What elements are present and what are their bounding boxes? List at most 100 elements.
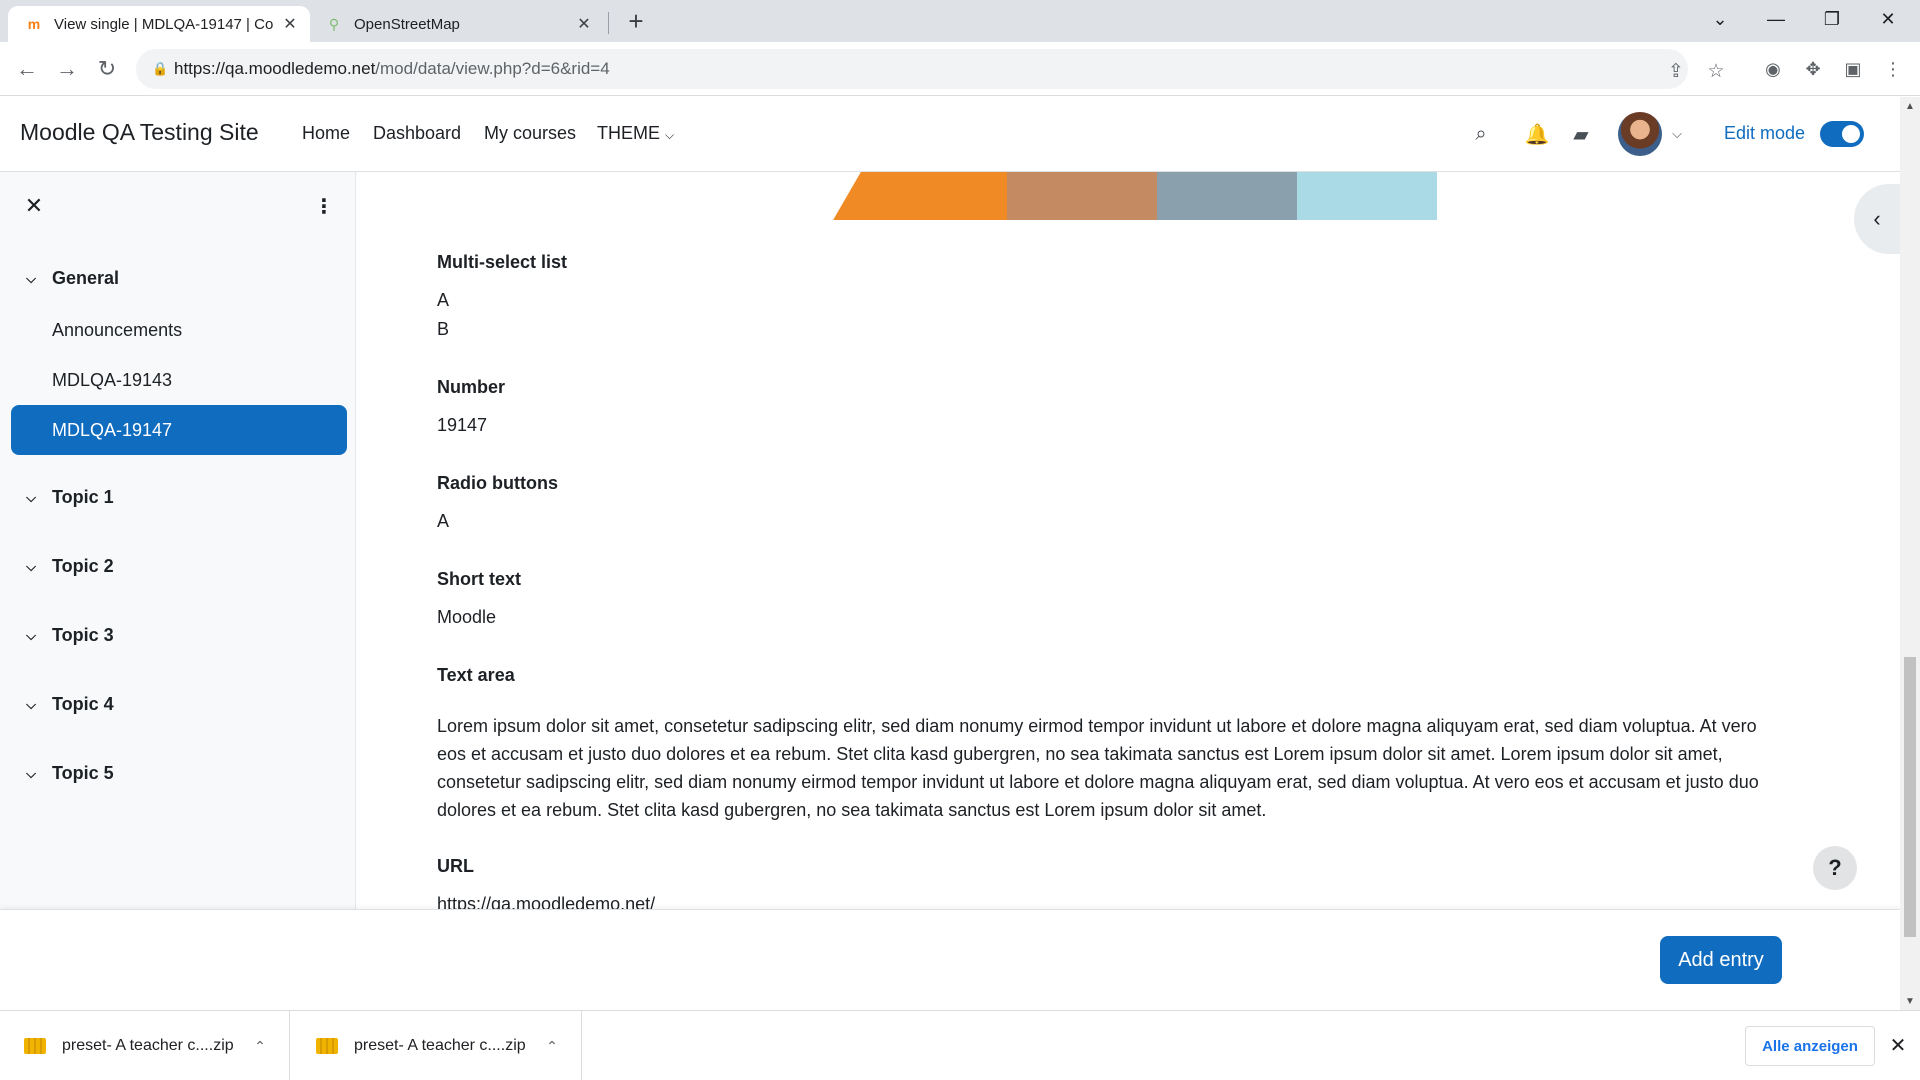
- entry-content: Multi-select list A B Number 19147 Radio…: [357, 172, 1900, 909]
- url-host: https://qa.moodledemo.net: [174, 59, 376, 78]
- url-path: /mod/data/view.php?d=6&rid=4: [375, 59, 610, 78]
- close-downloads-icon[interactable]: ✕: [1886, 1033, 1910, 1057]
- moodle-icon: m: [27, 16, 41, 32]
- downloads-bar: preset- A teacher c....zip ⌃ preset- A t…: [0, 1010, 1920, 1080]
- field-value: A: [437, 511, 450, 531]
- nav-home[interactable]: Home: [302, 123, 350, 144]
- sticky-footer: Add entry: [0, 909, 1900, 1010]
- chevron-down-icon[interactable]: ⌵: [20, 559, 42, 575]
- browser-toolbar: ← → ↻ 🔒 https://qa.moodledemo.net/mod/da…: [0, 42, 1920, 96]
- field-label-number: Number: [437, 377, 506, 397]
- new-tab-button[interactable]: +: [622, 8, 650, 36]
- scroll-thumb[interactable]: [1904, 657, 1916, 937]
- close-drawer-icon[interactable]: ✕: [22, 193, 46, 218]
- chevron-up-icon[interactable]: ⌃: [249, 1038, 271, 1055]
- chevron-down-icon[interactable]: ⌵: [20, 766, 42, 782]
- messages-icon[interactable]: ▰: [1566, 119, 1596, 149]
- chevron-down-icon[interactable]: ⌵: [20, 490, 42, 506]
- tab-separator: [608, 12, 609, 34]
- field-value: 19147: [437, 415, 488, 435]
- nav-my-courses[interactable]: My courses: [484, 123, 576, 144]
- add-entry-button[interactable]: Add entry: [1660, 936, 1782, 984]
- section-topic-1[interactable]: ⌵ Topic 1: [20, 487, 114, 508]
- edit-mode-toggle[interactable]: [1820, 121, 1864, 147]
- address-url: https://qa.moodledemo.net/mod/data/view.…: [174, 59, 610, 79]
- moodle-navbar: Moodle QA Testing Site Home Dashboard My…: [0, 97, 1900, 172]
- section-title: Topic 3: [52, 625, 114, 645]
- section-topic-5[interactable]: ⌵ Topic 5: [20, 763, 114, 784]
- tab-title: View single | MDLQA-19147 | Co: [54, 15, 274, 33]
- forward-icon[interactable]: →: [52, 54, 82, 84]
- course-item-mdlqa-19147[interactable]: MDLQA-19147: [11, 405, 347, 455]
- restore-button[interactable]: ❐: [1804, 0, 1860, 38]
- section-topic-3[interactable]: ⌵ Topic 3: [20, 625, 114, 646]
- field-label-url: URL: [437, 856, 474, 876]
- tab-title: OpenStreetMap: [354, 15, 460, 33]
- browser-menu-icon[interactable]: ⋮: [1878, 54, 1908, 84]
- extensions-puzzle-icon[interactable]: ✥: [1798, 54, 1828, 84]
- drawer-options-icon[interactable]: ⋮: [312, 194, 336, 218]
- section-title: Topic 5: [52, 763, 114, 783]
- search-icon[interactable]: ⌕: [1466, 119, 1496, 149]
- download-filename: preset- A teacher c....zip: [354, 1037, 526, 1054]
- section-topic-4[interactable]: ⌵ Topic 4: [20, 694, 114, 715]
- notifications-bell-icon[interactable]: 🔔: [1522, 119, 1552, 149]
- field-value-text-area: Lorem ipsum dolor sit amet, consetetur s…: [437, 716, 1759, 820]
- bookmark-star-icon[interactable]: ☆: [1704, 59, 1728, 83]
- course-item-mdlqa-19143[interactable]: MDLQA-19143: [11, 355, 347, 405]
- section-title: Topic 4: [52, 694, 114, 714]
- nav-dashboard[interactable]: Dashboard: [373, 123, 461, 144]
- field-label-short-text: Short text: [437, 569, 522, 589]
- section-title: Topic 2: [52, 556, 114, 576]
- user-avatar[interactable]: [1618, 112, 1662, 156]
- download-filename: preset- A teacher c....zip: [62, 1037, 234, 1054]
- zip-file-icon: [316, 1038, 338, 1054]
- banner-shape: [743, 172, 861, 220]
- field-value-url-link[interactable]: https://qa.moodledemo.net/: [437, 894, 655, 909]
- edit-mode-label: Edit mode: [1724, 123, 1806, 143]
- site-brand[interactable]: Moodle QA Testing Site: [20, 119, 259, 146]
- share-icon[interactable]: ⇪: [1664, 59, 1688, 83]
- tab-search-icon[interactable]: ⌄: [1692, 0, 1748, 38]
- section-topic-2[interactable]: ⌵ Topic 2: [20, 556, 114, 577]
- chevron-down-icon: ⌵: [665, 128, 675, 142]
- download-item[interactable]: preset- A teacher c....zip ⌃: [0, 1011, 290, 1080]
- chevron-down-icon[interactable]: ⌵: [20, 697, 42, 713]
- help-button[interactable]: ?: [1813, 846, 1857, 890]
- scroll-up-arrow-icon[interactable]: ▲: [1900, 97, 1920, 115]
- field-label-text-area: Text area: [437, 665, 515, 685]
- chevron-down-icon[interactable]: ⌵: [20, 271, 42, 287]
- chevron-down-icon[interactable]: ⌵: [20, 628, 42, 644]
- toggle-knob: [1842, 125, 1860, 143]
- back-icon[interactable]: ←: [12, 54, 42, 84]
- chevron-up-icon[interactable]: ⌃: [541, 1038, 563, 1055]
- close-tab-icon[interactable]: ✕: [572, 12, 596, 36]
- tab-moodle[interactable]: m View single | MDLQA-19147 | Co ✕: [8, 6, 310, 42]
- scroll-down-arrow-icon[interactable]: ▼: [1900, 992, 1920, 1010]
- close-window-button[interactable]: ✕: [1860, 0, 1916, 38]
- tab-openstreetmap[interactable]: ⚲ OpenStreetMap ✕: [314, 6, 604, 42]
- field-label-multi-select: Multi-select list: [437, 252, 568, 272]
- close-tab-icon[interactable]: ✕: [278, 12, 302, 36]
- field-label-radio: Radio buttons: [437, 473, 558, 493]
- section-general[interactable]: ⌵ General: [20, 268, 119, 289]
- page-scrollbar[interactable]: ▲ ▼: [1900, 97, 1920, 1010]
- browser-tabstrip: m View single | MDLQA-19147 | Co ✕ ⚲ Ope…: [0, 0, 1920, 42]
- address-bar[interactable]: 🔒 https://qa.moodledemo.net/mod/data/vie…: [136, 49, 1725, 89]
- lock-icon: 🔒: [152, 61, 169, 76]
- reload-icon[interactable]: ↻: [92, 54, 122, 84]
- extension-shield-icon[interactable]: ◉: [1758, 54, 1788, 84]
- field-value: B: [437, 319, 450, 339]
- section-title: Topic 1: [52, 487, 114, 507]
- user-menu-chevron-icon[interactable]: ⌵: [1662, 119, 1692, 149]
- course-item-announcements[interactable]: Announcements: [11, 305, 347, 355]
- zip-file-icon: [24, 1038, 46, 1054]
- minimize-button[interactable]: —: [1748, 0, 1804, 38]
- download-item[interactable]: preset- A teacher c....zip ⌃: [292, 1011, 582, 1080]
- nav-theme-label: THEME: [597, 123, 660, 143]
- field-value: Moodle: [437, 607, 497, 627]
- show-all-downloads-button[interactable]: Alle anzeigen: [1745, 1026, 1875, 1066]
- nav-theme[interactable]: THEME ⌵: [597, 123, 674, 144]
- side-panel-icon[interactable]: ▣: [1838, 54, 1868, 84]
- entry-image: [437, 172, 1437, 220]
